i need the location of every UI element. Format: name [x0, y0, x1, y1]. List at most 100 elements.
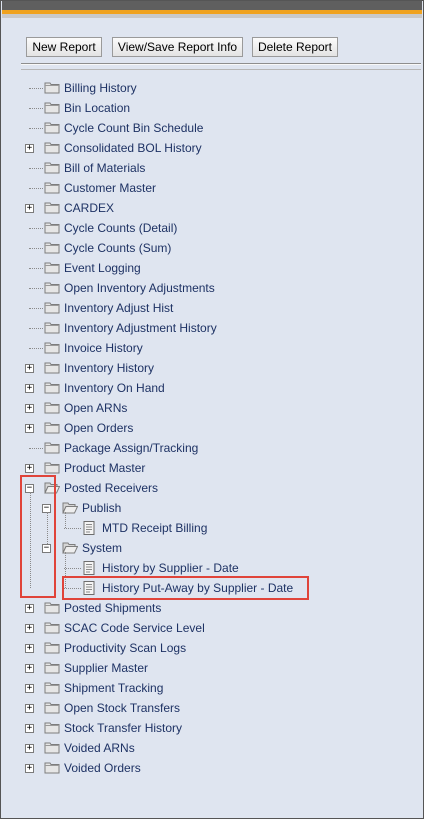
tree-connector-line	[29, 268, 43, 269]
tree-node-label: Cycle Counts (Sum)	[64, 241, 172, 255]
expand-toggle-icon[interactable]: +	[25, 144, 34, 153]
tree-node-open-stock-transfers[interactable]: + Open Stock Transfers	[1, 698, 421, 718]
tree-node-inventory-adjustment-history[interactable]: Inventory Adjustment History	[1, 318, 421, 338]
tree-node-mtd-receipt-billing[interactable]: MTD Receipt Billing	[1, 518, 421, 538]
tree-node-label: Posted Receivers	[64, 481, 159, 495]
tree-node-label: Posted Shipments	[64, 601, 162, 615]
expand-toggle-icon[interactable]: +	[25, 624, 34, 633]
tree-node-label: Bin Location	[64, 101, 131, 115]
tree-connector-line	[29, 348, 43, 349]
view-save-report-info-button[interactable]: View/Save Report Info	[112, 37, 243, 57]
folder-icon	[44, 761, 60, 780]
tree-node-open-arns[interactable]: + Open ARNs	[1, 398, 421, 418]
tree-connector-line	[29, 308, 43, 309]
delete-report-button[interactable]: Delete Report	[252, 37, 338, 57]
tree-node-cycle-counts-detail[interactable]: Cycle Counts (Detail)	[1, 218, 421, 238]
tree-node-label: Inventory History	[64, 361, 155, 375]
tree-node-label: Inventory Adjust Hist	[64, 301, 174, 315]
tree-node-bill-of-materials[interactable]: Bill of Materials	[1, 158, 421, 178]
tree-node-cycle-counts-sum[interactable]: Cycle Counts (Sum)	[1, 238, 421, 258]
tree-connector-line	[29, 168, 43, 169]
tree-node-productivity-scan-logs[interactable]: + Productivity Scan Logs	[1, 638, 421, 658]
tree-node-open-orders[interactable]: + Open Orders	[1, 418, 421, 438]
expand-toggle-icon[interactable]: +	[25, 724, 34, 733]
tree-node-label: Inventory Adjustment History	[64, 321, 217, 335]
tree-node-stock-transfer-history[interactable]: + Stock Transfer History	[1, 718, 421, 738]
tree-node-label: Stock Transfer History	[64, 721, 183, 735]
tree-connector-line	[29, 228, 43, 229]
tree-node-label: Bill of Materials	[64, 161, 146, 175]
header-divider	[2, 14, 422, 18]
tree-node-label: Open Stock Transfers	[64, 701, 181, 715]
expand-toggle-icon[interactable]: +	[25, 644, 34, 653]
tree-node-billing-history[interactable]: Billing History	[1, 78, 421, 98]
tree-node-system[interactable]: − System	[1, 538, 421, 558]
header-bar	[2, 1, 422, 10]
tree-connector-line	[29, 128, 43, 129]
expand-toggle-icon[interactable]: +	[25, 364, 34, 373]
report-window: New Report View/Save Report Info Delete …	[0, 0, 424, 819]
tree-node-bin-location[interactable]: Bin Location	[1, 98, 421, 118]
tree-node-supplier-master[interactable]: + Supplier Master	[1, 658, 421, 678]
tree-node-label: CARDEX	[64, 201, 115, 215]
tree-node-voided-orders[interactable]: + Voided Orders	[1, 758, 421, 778]
tree-node-invoice-history[interactable]: Invoice History	[1, 338, 421, 358]
tree-connector-line	[29, 288, 43, 289]
tree-node-label: MTD Receipt Billing	[102, 521, 208, 535]
expand-toggle-icon[interactable]: +	[25, 744, 34, 753]
toolbar-separator	[21, 63, 421, 65]
tree-node-label: History by Supplier - Date	[102, 561, 239, 575]
expand-toggle-icon[interactable]: +	[25, 424, 34, 433]
tree-node-publish[interactable]: − Publish	[1, 498, 421, 518]
tree-node-cycle-count-bin-schedule[interactable]: Cycle Count Bin Schedule	[1, 118, 421, 138]
expand-toggle-icon[interactable]: +	[25, 764, 34, 773]
tree-node-inventory-on-hand[interactable]: + Inventory On Hand	[1, 378, 421, 398]
tree-node-label: Consolidated BOL History	[64, 141, 202, 155]
tree-node-label: SCAC Code Service Level	[64, 621, 205, 635]
tree-connector-line	[64, 528, 81, 529]
tree-node-history-by-supplier-date[interactable]: History by Supplier - Date	[1, 558, 421, 578]
tree-node-customer-master[interactable]: Customer Master	[1, 178, 421, 198]
expand-toggle-icon[interactable]: +	[25, 384, 34, 393]
expand-toggle-icon[interactable]: +	[25, 204, 34, 213]
tree-node-cardex[interactable]: + CARDEX	[1, 198, 421, 218]
new-report-button[interactable]: New Report	[26, 37, 102, 57]
tree-node-inventory-adjust-hist[interactable]: Inventory Adjust Hist	[1, 298, 421, 318]
expand-toggle-icon[interactable]: +	[25, 604, 34, 613]
tree-node-label: Publish	[82, 501, 122, 515]
tree-node-scac-code-service-level[interactable]: + SCAC Code Service Level	[1, 618, 421, 638]
tree-node-label: Billing History	[64, 81, 137, 95]
tree-node-consolidated-bol-history[interactable]: + Consolidated BOL History	[1, 138, 421, 158]
expand-toggle-icon[interactable]: +	[25, 664, 34, 673]
tree-node-label: Open Orders	[64, 421, 134, 435]
tree-node-label: Open Inventory Adjustments	[64, 281, 215, 295]
tree-connector-line	[29, 448, 43, 449]
tree-node-label: Productivity Scan Logs	[64, 641, 187, 655]
expand-toggle-icon[interactable]: +	[25, 464, 34, 473]
tree-branch-line	[65, 512, 66, 528]
tree-node-label: System	[82, 541, 123, 555]
tree-node-posted-shipments[interactable]: + Posted Shipments	[1, 598, 421, 618]
tree-node-product-master[interactable]: + Product Master	[1, 458, 421, 478]
tree-node-posted-receivers[interactable]: − Posted Receivers	[1, 478, 421, 498]
tree-node-label: Event Logging	[64, 261, 141, 275]
toolbar-separator-lower	[21, 69, 421, 70]
tree-node-label: Invoice History	[64, 341, 143, 355]
tree-node-label: Customer Master	[64, 181, 157, 195]
expand-toggle-icon[interactable]: +	[25, 704, 34, 713]
tree-node-package-assign-tracking[interactable]: Package Assign/Tracking	[1, 438, 421, 458]
expand-toggle-icon[interactable]: +	[25, 684, 34, 693]
tree-node-shipment-tracking[interactable]: + Shipment Tracking	[1, 678, 421, 698]
tree-node-voided-arns[interactable]: + Voided ARNs	[1, 738, 421, 758]
tree-node-inventory-history[interactable]: + Inventory History	[1, 358, 421, 378]
tree-node-label: Shipment Tracking	[64, 681, 164, 695]
tree-node-event-logging[interactable]: Event Logging	[1, 258, 421, 278]
tree-node-label: Supplier Master	[64, 661, 149, 675]
tree-node-label: Voided Orders	[64, 761, 141, 775]
tree-node-label: Cycle Counts (Detail)	[64, 221, 178, 235]
tree-connector-line	[29, 108, 43, 109]
highlight-box-tree-lines	[20, 475, 56, 598]
tree-connector-line	[64, 568, 81, 569]
tree-node-open-inventory-adjustments[interactable]: Open Inventory Adjustments	[1, 278, 421, 298]
expand-toggle-icon[interactable]: +	[25, 404, 34, 413]
